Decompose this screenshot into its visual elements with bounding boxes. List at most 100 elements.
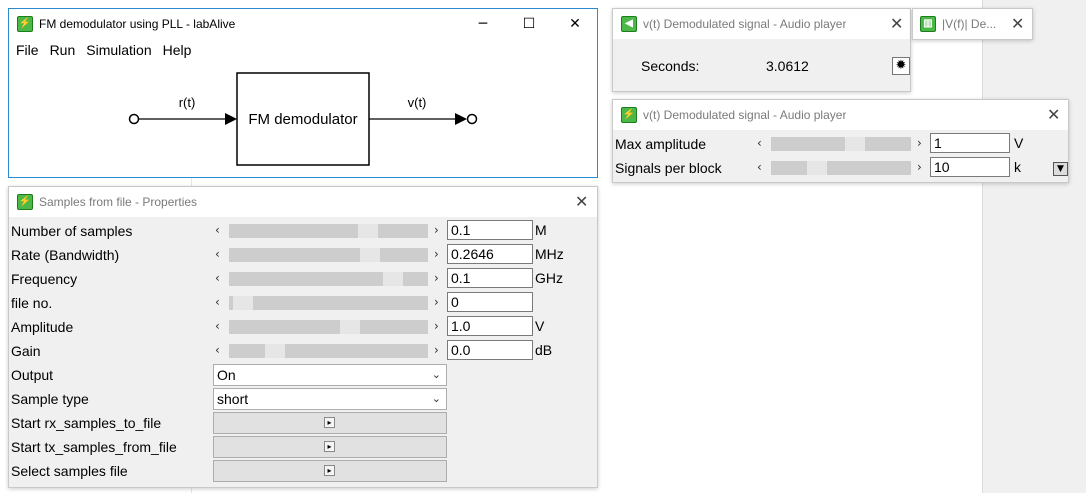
play-icon: ▸ (324, 417, 335, 428)
property-label: Amplitude (11, 319, 74, 335)
background-divider (982, 0, 983, 493)
property-row: Rate (Bandwidth) ‹ › 0.2646 MHz (9, 243, 597, 267)
slider-right-arrow-icon[interactable]: › (917, 160, 922, 174)
slider-left-arrow-icon[interactable]: ‹ (215, 319, 220, 333)
property-label: Start tx_samples_from_file (11, 439, 177, 455)
start-action-button[interactable]: ▸ (213, 412, 447, 434)
property-unit: MHz (535, 246, 564, 262)
property-label: Number of samples (11, 223, 133, 239)
property-label: Start rx_samples_to_file (11, 415, 162, 431)
property-row: Gain ‹ › 0.0 dB (9, 339, 597, 363)
property-value-field[interactable]: 0.2646 (447, 244, 533, 264)
property-unit: dB (535, 342, 553, 358)
menu-help[interactable]: Help (163, 42, 192, 58)
window-title: |V(f)| De... (942, 17, 997, 31)
window-title: FM demodulator using PLL - labAlive (39, 17, 236, 31)
chevron-down-icon: ⌄ (431, 392, 441, 405)
menu-file[interactable]: File (16, 42, 39, 58)
slider-track[interactable] (229, 272, 428, 286)
slider-left-arrow-icon[interactable]: ‹ (215, 295, 220, 309)
slider-right-arrow-icon[interactable]: › (434, 247, 439, 261)
slider-left-arrow-icon[interactable]: ‹ (757, 160, 762, 174)
menu-run[interactable]: Run (50, 42, 76, 58)
property-select[interactable]: On ⌄ (213, 364, 447, 386)
slider-thumb[interactable] (233, 296, 253, 310)
property-value-field[interactable]: 0.1 (447, 220, 533, 240)
slider-track[interactable] (229, 320, 428, 334)
slider-right-arrow-icon[interactable]: › (434, 295, 439, 309)
slider-right-arrow-icon[interactable]: › (434, 223, 439, 237)
spectrum-window[interactable]: ▥ |V(f)| De... ✕ (912, 8, 1033, 40)
property-label: Signals per block (615, 160, 722, 176)
slider-track[interactable] (229, 296, 428, 310)
slider-left-arrow-icon[interactable]: ‹ (215, 247, 220, 261)
speaker-icon: ◀ (621, 16, 637, 32)
property-row: Start tx_samples_from_file ▸ (9, 435, 597, 459)
start-action-button[interactable]: ▸ (213, 436, 447, 458)
slider-track[interactable] (229, 248, 428, 262)
settings-gear-icon[interactable]: ✹ (892, 57, 910, 75)
slider-left-arrow-icon[interactable]: ‹ (757, 136, 762, 150)
seconds-value: 3.0612 (766, 58, 809, 74)
property-row: Sample type short ⌄ (9, 387, 597, 411)
main-titlebar[interactable]: ⚡ FM demodulator using PLL - labAlive ─ … (9, 9, 597, 39)
audio-player-titlebar[interactable]: ◀ v(t) Demodulated signal - Audio player… (613, 9, 910, 39)
slider-left-arrow-icon[interactable]: ‹ (215, 223, 220, 237)
menu-simulation[interactable]: Simulation (86, 42, 151, 58)
samples-properties-titlebar[interactable]: ⚡ Samples from file - Properties ✕ (9, 187, 597, 217)
slider-thumb[interactable] (845, 137, 865, 151)
property-label: file no. (11, 295, 53, 311)
slider-thumb[interactable] (358, 224, 378, 238)
close-icon[interactable]: ✕ (1047, 105, 1060, 124)
start-action-button[interactable]: ▸ (213, 460, 447, 482)
slider-left-arrow-icon[interactable]: ‹ (215, 343, 220, 357)
property-value-field[interactable]: 10 (930, 157, 1010, 177)
window-title: v(t) Demodulated signal - Audio player (643, 17, 847, 31)
block-diagram: FM demodulator r(t) v(t) (128, 72, 478, 166)
block-label: FM demodulator (248, 111, 357, 128)
output-signal-label: v(t) (408, 95, 427, 110)
spectrum-titlebar[interactable]: ▥ |V(f)| De... ✕ (913, 9, 1032, 39)
output-terminal[interactable] (466, 113, 478, 125)
close-icon[interactable]: ✕ (575, 192, 588, 211)
slider-track[interactable] (229, 224, 428, 238)
property-row: Output On ⌄ (9, 363, 597, 387)
slider-right-arrow-icon[interactable]: › (917, 136, 922, 150)
slider-right-arrow-icon[interactable]: › (434, 343, 439, 357)
slider-thumb[interactable] (360, 248, 380, 262)
property-value-field[interactable]: 1 (930, 133, 1010, 153)
property-unit: GHz (535, 270, 563, 286)
maximize-button[interactable]: ☐ (506, 9, 552, 39)
property-value-field[interactable]: 1.0 (447, 316, 533, 336)
property-value-field[interactable]: 0 (447, 292, 533, 312)
property-label: Output (11, 367, 54, 383)
property-row: Frequency ‹ › 0.1 GHz (9, 267, 597, 291)
slider-thumb[interactable] (807, 161, 827, 175)
select-value: short (217, 391, 249, 407)
property-label: Frequency (11, 271, 78, 287)
close-icon[interactable]: ✕ (1011, 14, 1024, 33)
property-select[interactable]: short ⌄ (213, 388, 447, 410)
minimize-button[interactable]: ─ (460, 9, 506, 39)
slider-thumb[interactable] (383, 272, 403, 286)
slider-track[interactable] (229, 344, 428, 358)
input-terminal[interactable] (128, 113, 140, 125)
audio-player-properties-titlebar[interactable]: ⚡ v(t) Demodulated signal - Audio player… (613, 100, 1068, 130)
slider-left-arrow-icon[interactable]: ‹ (215, 271, 220, 285)
property-unit: V (1014, 135, 1024, 151)
property-value-field[interactable]: 0.0 (447, 340, 533, 360)
play-icon: ▸ (324, 441, 335, 452)
slider-thumb[interactable] (265, 344, 285, 358)
slider-right-arrow-icon[interactable]: › (434, 271, 439, 285)
slider-track[interactable] (771, 137, 911, 151)
spectrum-icon: ▥ (920, 16, 936, 32)
slider-right-arrow-icon[interactable]: › (434, 319, 439, 333)
close-icon[interactable]: ✕ (890, 14, 903, 33)
property-value-field[interactable]: 0.1 (447, 268, 533, 288)
audio-player-properties-window: ⚡ v(t) Demodulated signal - Audio player… (612, 99, 1069, 183)
slider-track[interactable] (771, 161, 911, 175)
audio-player-window: ◀ v(t) Demodulated signal - Audio player… (612, 8, 911, 92)
expand-dropdown-icon[interactable]: ▼ (1053, 162, 1068, 176)
slider-thumb[interactable] (340, 320, 360, 334)
close-button[interactable]: ✕ (552, 9, 598, 39)
